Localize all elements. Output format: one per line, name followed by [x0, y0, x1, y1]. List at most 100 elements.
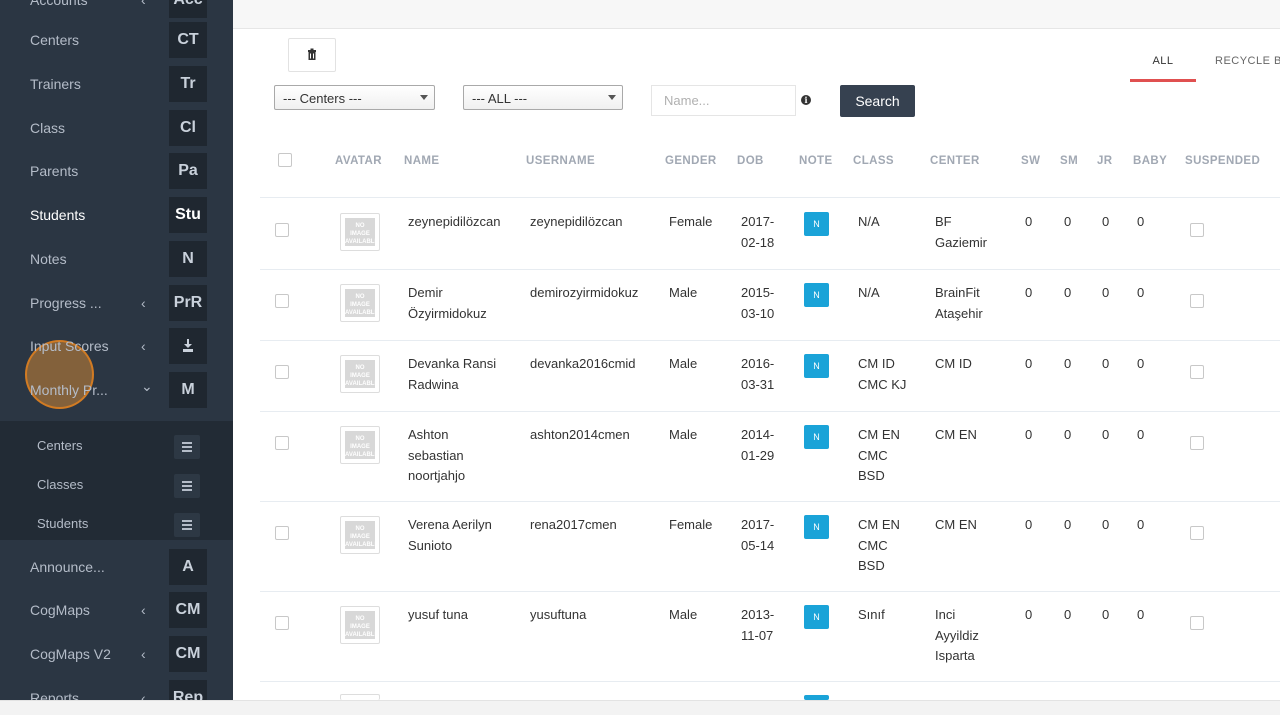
monthly-progress-submenu: Centers Classes Students — [0, 421, 233, 540]
column-header-avatar[interactable]: AVATAR — [335, 155, 382, 167]
centers-select[interactable]: --- Centers --- — [274, 85, 435, 110]
sidebar-item-label: Notes — [30, 251, 67, 267]
sidebar-item-label: Announce... — [30, 559, 105, 575]
column-header-sm[interactable]: SM — [1060, 155, 1078, 167]
column-header-jr[interactable]: JR — [1097, 155, 1113, 167]
student-name-line: Demir — [408, 285, 443, 300]
suspended-checkbox[interactable] — [1190, 365, 1204, 379]
row-checkbox[interactable] — [275, 365, 289, 379]
suspended-checkbox[interactable] — [1190, 616, 1204, 630]
score-sw: 0 — [1025, 285, 1033, 300]
sidebar-item-badge: CM — [169, 592, 207, 628]
score-baby: 0 — [1137, 356, 1145, 371]
column-header-name[interactable]: NAME — [404, 155, 439, 167]
column-header-suspended[interactable]: SUSPENDED — [1185, 155, 1260, 167]
score-baby: 0 — [1137, 214, 1145, 229]
select-all-checkbox[interactable] — [278, 153, 292, 167]
sidebar-item-announce[interactable]: Announce... A — [0, 545, 233, 589]
name-search-input[interactable] — [651, 85, 796, 116]
score-sm: 0 — [1064, 517, 1072, 532]
sidebar-item-trainers[interactable]: Trainers Tr — [0, 62, 233, 106]
sidebar-item-centers[interactable]: Centers CT — [0, 18, 233, 62]
score-baby: 0 — [1137, 285, 1145, 300]
student-name-line: zeynepidilözcan — [408, 214, 501, 229]
note-button[interactable]: N — [804, 425, 829, 449]
student-name: Demir Özyirmidokuz — [408, 283, 487, 324]
student-gender: Male — [669, 356, 698, 371]
student-class-line: BSD — [858, 468, 885, 483]
chevron-down-icon: ⌄ — [141, 378, 153, 394]
student-dob-line: 2015- — [741, 285, 775, 300]
sidebar-item-badge: PrR — [169, 285, 207, 321]
sidebar-item-cogmaps-v2[interactable]: CogMaps V2 ‹ CM — [0, 632, 233, 676]
score-sw: 0 — [1025, 607, 1033, 622]
suspended-checkbox[interactable] — [1190, 294, 1204, 308]
student-dob-line: 03-31 — [741, 376, 775, 392]
note-button[interactable]: N — [804, 354, 829, 378]
sidebar-item-input-scores[interactable]: Input Scores ‹ — [0, 324, 233, 368]
note-button[interactable]: N — [804, 283, 829, 307]
column-header-gender[interactable]: GENDER — [665, 155, 717, 167]
student-class-line: CM EN — [858, 517, 900, 532]
student-class-line: CMC — [858, 447, 888, 463]
student-dob-line: 2016- — [741, 356, 775, 371]
student-dob-line: 03-10 — [741, 305, 775, 321]
column-header-class[interactable]: CLASS — [853, 155, 894, 167]
delete-button[interactable] — [288, 38, 336, 72]
student-center-line: BF — [935, 214, 952, 229]
column-header-baby[interactable]: BABY — [1133, 155, 1167, 167]
chevron-left-icon: ‹ — [141, 690, 146, 700]
row-checkbox[interactable] — [275, 526, 289, 540]
chevron-down-icon — [420, 95, 428, 100]
student-center: BrainFit Ataşehir — [935, 283, 983, 324]
sidebar-item-label: Trainers — [30, 76, 81, 92]
sidebar-item-notes[interactable]: Notes N — [0, 237, 233, 281]
submenu-item-centers[interactable]: Centers — [0, 426, 233, 465]
note-button[interactable]: N — [804, 605, 829, 629]
submenu-item-students[interactable]: Students — [0, 504, 233, 543]
sidebar-item-cogmaps[interactable]: CogMaps ‹ CM — [0, 588, 233, 632]
score-baby: 0 — [1137, 607, 1145, 622]
column-header-dob[interactable]: DOB — [737, 155, 764, 167]
submenu-item-classes[interactable]: Classes — [0, 465, 233, 504]
student-username: rena2017cmen — [530, 517, 617, 532]
student-class: CM ID CMC KJ — [858, 354, 906, 395]
row-checkbox[interactable] — [275, 436, 289, 450]
student-gender: Male — [669, 427, 698, 442]
score-sw: 0 — [1025, 427, 1033, 442]
sidebar-item-badge: A — [169, 549, 207, 585]
list-icon — [174, 513, 200, 537]
suspended-checkbox[interactable] — [1190, 223, 1204, 237]
student-name-line: noortjahjo — [408, 468, 466, 483]
suspended-checkbox[interactable] — [1190, 436, 1204, 450]
note-button[interactable]: N — [804, 212, 829, 236]
sidebar-item-class[interactable]: Class Cl — [0, 106, 233, 150]
info-icon: i — [801, 95, 811, 105]
row-checkbox[interactable] — [275, 223, 289, 237]
tab-all[interactable]: ALL — [1130, 44, 1196, 82]
row-checkbox[interactable] — [275, 294, 289, 308]
sidebar-item-reports[interactable]: Reports ‹ Rep — [0, 676, 233, 700]
column-header-username[interactable]: USERNAME — [526, 155, 595, 167]
list-icon — [174, 474, 200, 498]
note-button[interactable]: N — [804, 515, 829, 539]
suspended-checkbox[interactable] — [1190, 526, 1204, 540]
sidebar-item-progress[interactable]: Progress ... ‹ PrR — [0, 281, 233, 325]
student-avatar: NO IMAGE AVAILABLE — [340, 284, 380, 322]
column-header-center[interactable]: CENTER — [930, 155, 980, 167]
row-checkbox[interactable] — [275, 616, 289, 630]
search-button[interactable]: Search — [840, 85, 915, 117]
tab-recycle-bin[interactable]: RECYCLE BIN — [1200, 44, 1280, 82]
sidebar-item-parents[interactable]: Parents Pa — [0, 149, 233, 193]
chevron-left-icon: ‹ — [141, 338, 146, 354]
sidebar-item-students[interactable]: Students Stu — [0, 193, 233, 237]
student-center-line: Ayyildiz — [935, 627, 979, 643]
student-username: yusuftuna — [530, 607, 587, 622]
avatar-placeholder-image: NO IMAGE AVAILABLE — [345, 360, 375, 388]
column-header-sw[interactable]: SW — [1021, 155, 1040, 167]
column-header-note[interactable]: NOTE — [799, 155, 833, 167]
sidebar-item-monthly-pr[interactable]: Monthly Pr... ⌄ M — [0, 368, 233, 412]
filter-all-select[interactable]: --- ALL --- — [463, 85, 623, 110]
student-class: N/A — [858, 212, 880, 233]
student-class-line: Sınıf — [858, 607, 885, 622]
